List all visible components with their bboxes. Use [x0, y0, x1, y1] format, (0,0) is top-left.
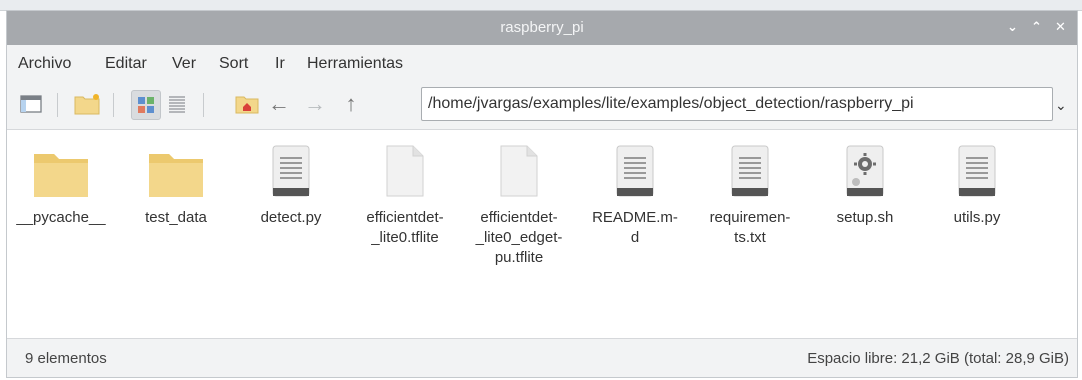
file-item[interactable]: setup.sh	[817, 144, 913, 228]
statusbar: 9 elementos Espacio libre: 21,2 GiB (tot…	[7, 339, 1077, 377]
location-input[interactable]	[422, 88, 1052, 120]
file-name: efficientdet- _lite0.tflite	[366, 209, 444, 246]
menu-herramientas[interactable]: Herramientas	[307, 55, 403, 73]
text-file-icon	[243, 144, 339, 202]
new-tab-icon	[20, 95, 42, 113]
folder-icon	[128, 144, 224, 202]
file-item[interactable]: README.m- d	[587, 144, 683, 248]
file-name: requiremen- ts.txt	[709, 209, 791, 246]
script-file-icon	[817, 144, 913, 202]
text-file-icon	[702, 144, 798, 202]
text-file-icon	[929, 144, 1025, 202]
file-item[interactable]: __pycache__	[13, 144, 109, 228]
back-arrow-icon: ←	[268, 91, 290, 116]
file-manager-window: raspberry_pi ⌄ ⌃ ✕ Archivo Editar Ver So…	[6, 10, 1078, 378]
file-item[interactable]: test_data	[128, 144, 224, 228]
file-item[interactable]: utils.py	[929, 144, 1025, 228]
new-folder-button[interactable]	[73, 90, 101, 118]
icon-view-icon	[138, 97, 154, 113]
close-button[interactable]: ✕	[1055, 19, 1066, 35]
file-item[interactable]: efficientdet- _lite0_edget- pu.tflite	[471, 144, 567, 268]
file-item[interactable]: requiremen- ts.txt	[702, 144, 798, 248]
file-item[interactable]: detect.py	[243, 144, 339, 228]
forward-button[interactable]: →	[301, 90, 329, 118]
up-button[interactable]: ↑	[337, 90, 365, 118]
file-name: utils.py	[953, 209, 1001, 226]
blank-file-icon	[357, 144, 453, 202]
home-icon	[235, 96, 259, 114]
text-file-icon	[587, 144, 683, 202]
location-bar[interactable]	[421, 87, 1053, 121]
up-arrow-icon: ↑	[345, 91, 357, 116]
menu-archivo[interactable]: Archivo	[18, 55, 71, 73]
window-title: raspberry_pi	[500, 19, 584, 36]
titlebar[interactable]: raspberry_pi ⌄ ⌃ ✕	[7, 11, 1077, 45]
file-name: detect.py	[260, 209, 322, 226]
file-icon-view[interactable]: __pycache__ test_data detect.py efficien…	[7, 130, 1077, 338]
menubar: Archivo Editar Ver Sort Ir Herramientas	[7, 45, 1077, 81]
menu-editar[interactable]: Editar	[105, 55, 147, 73]
back-button[interactable]: ←	[265, 90, 293, 118]
minimize-button[interactable]: ⌄	[1007, 19, 1018, 35]
file-name: README.m- d	[592, 209, 678, 246]
menu-ver[interactable]: Ver	[172, 55, 196, 73]
list-view-icon	[169, 96, 185, 113]
file-name: __pycache__	[16, 209, 106, 226]
icon-view-button[interactable]	[131, 90, 161, 120]
file-name: efficientdet- _lite0_edget- pu.tflite	[475, 209, 563, 266]
free-space: Espacio libre: 21,2 GiB (total: 28,9 GiB…	[807, 350, 1069, 367]
file-name: test_data	[145, 209, 207, 226]
home-button[interactable]	[233, 90, 261, 118]
menu-sort[interactable]: Sort	[219, 55, 248, 73]
menu-ir[interactable]: Ir	[275, 55, 285, 73]
list-view-button[interactable]	[163, 90, 191, 118]
toolbar-separator	[203, 93, 204, 117]
file-name: setup.sh	[836, 209, 894, 226]
toolbar: ← → ↑ ⌄	[7, 81, 1077, 130]
folder-icon	[13, 144, 109, 202]
maximize-button[interactable]: ⌃	[1031, 19, 1042, 35]
item-count: 9 elementos	[25, 350, 107, 367]
forward-arrow-icon: →	[304, 91, 326, 116]
file-item[interactable]: efficientdet- _lite0.tflite	[357, 144, 453, 248]
blank-file-icon	[471, 144, 567, 202]
toolbar-separator	[57, 93, 58, 117]
new-folder-icon	[74, 94, 100, 115]
new-tab-button[interactable]	[17, 90, 45, 118]
chevron-down-icon[interactable]: ⌄	[1055, 97, 1067, 114]
toolbar-separator	[113, 93, 114, 117]
